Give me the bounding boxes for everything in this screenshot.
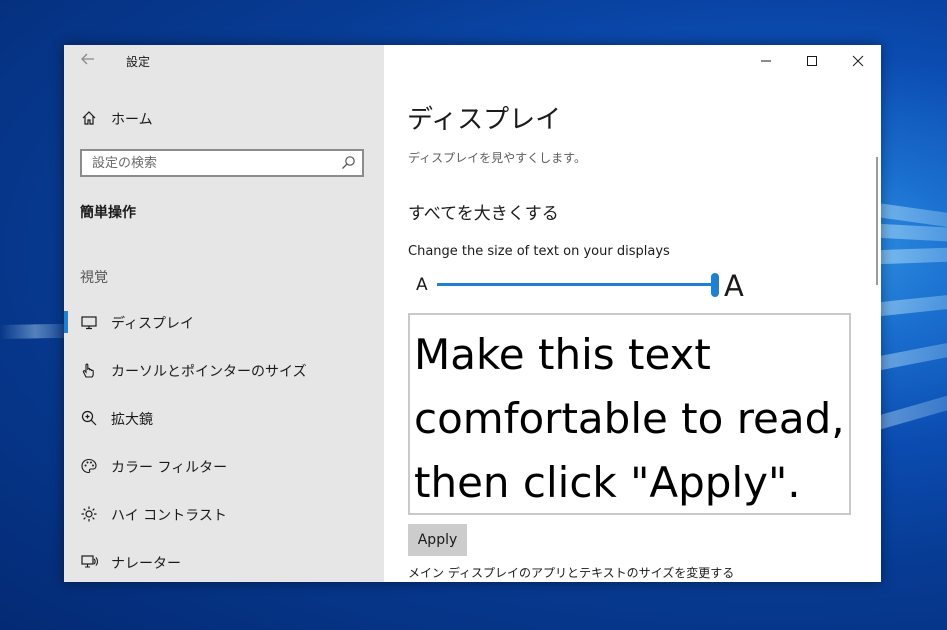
palette-icon [81,458,97,474]
active-indicator [64,311,68,333]
search-input[interactable] [92,154,332,172]
search-box[interactable] [80,149,364,177]
group-label: 視覚 [80,270,108,286]
sidebar-item-label: ハイ コントラスト [111,508,227,524]
text-size-slider[interactable] [437,273,719,297]
back-button[interactable] [78,51,98,71]
section-heading: すべてを大きくする [408,204,559,224]
sidebar-item-label: ホーム [111,112,153,128]
sidebar-item-home[interactable]: ホーム [64,100,384,136]
sidebar-item-display[interactable]: ディスプレイ [64,304,384,340]
sidebar-item-label: 拡大鏡 [111,412,153,428]
sidebar-item-magnifier[interactable]: 拡大鏡 [64,400,384,436]
sidebar-item-label: カーソルとポインターのサイズ [111,364,307,380]
apply-button[interactable]: Apply [408,524,467,556]
slider-min-glyph: A [416,275,428,295]
main-content: ディスプレイ ディスプレイを見やすくします。 すべてを大きくする Change … [384,45,881,582]
search-icon[interactable] [340,155,356,171]
page-description: ディスプレイを見やすくします。 [408,151,586,165]
slider-thumb[interactable] [711,273,719,297]
light-beam [0,323,71,339]
sidebar-item-high-contrast[interactable]: ハイ コントラスト [64,496,384,532]
settings-window: 設定 ホーム 簡単操作 視覚 ディスプレイ [64,45,881,582]
slider-max-glyph: A [724,269,744,303]
sidebar: 設定 ホーム 簡単操作 視覚 ディスプレイ [64,45,384,582]
sidebar-item-cursor-pointer[interactable]: カーソルとポインターのサイズ [64,352,384,388]
slider-fill [437,283,711,286]
magnifier-icon [81,410,97,426]
sidebar-item-color-filter[interactable]: カラー フィルター [64,448,384,484]
preview-text: Make this text comfortable to read, then… [414,330,845,507]
sidebar-item-label: ナレーター [111,556,181,572]
section-title: 簡単操作 [80,205,136,221]
window-title: 設定 [126,55,151,69]
brightness-icon [81,506,97,522]
page-title: ディスプレイ [407,105,562,135]
narrator-icon [81,555,98,568]
text-preview-box: Make this text comfortable to read, then… [408,313,851,515]
monitor-icon [81,316,97,330]
scrollbar[interactable] [876,157,878,285]
sidebar-item-narrator[interactable]: ナレーター [64,544,384,580]
sidebar-item-label: カラー フィルター [111,460,228,476]
pointer-hand-icon [82,363,94,378]
back-arrow-icon [81,53,94,65]
sidebar-item-label: ディスプレイ [111,316,195,332]
app-text-size-link[interactable]: メイン ディスプレイのアプリとテキストのサイズを変更する [408,564,734,581]
home-icon [82,111,96,125]
slider-label: Change the size of text on your displays [408,244,670,259]
